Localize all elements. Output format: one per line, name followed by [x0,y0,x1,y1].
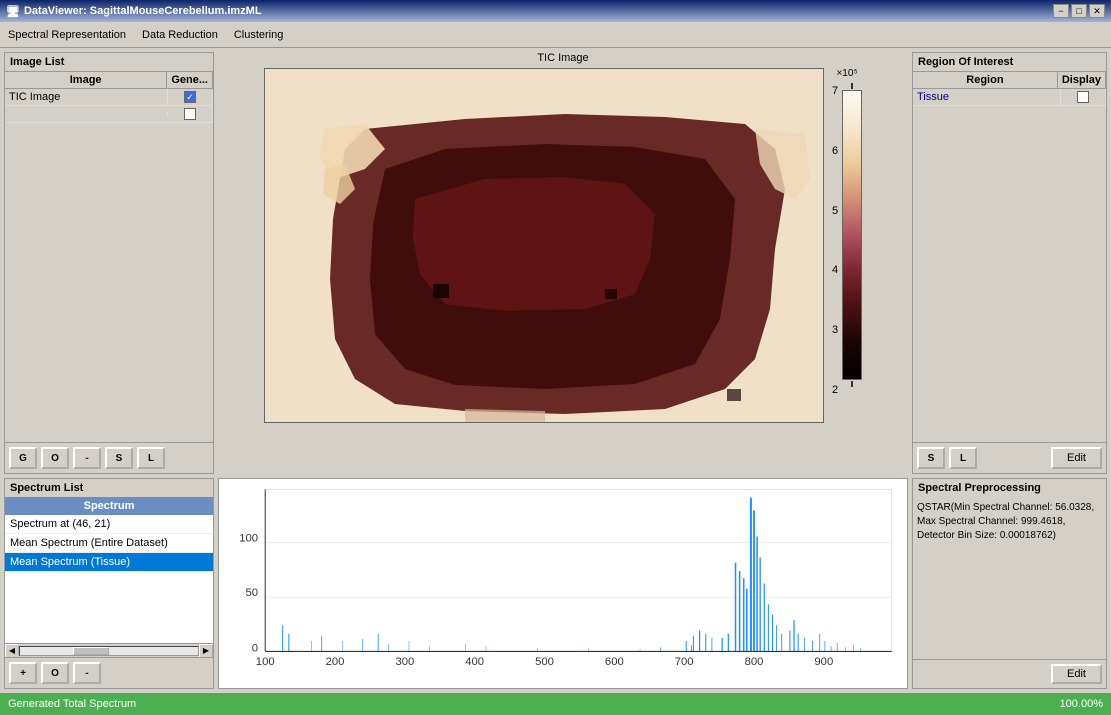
roi-btn-s[interactable]: S [917,447,945,469]
image-list-row-2 [5,106,213,123]
spectrum-btn-o[interactable]: O [41,662,69,684]
svg-text:900: 900 [814,656,833,668]
gene-cell[interactable] [168,89,213,105]
status-text: Generated Total Spectrum [8,698,136,710]
tick-3: 3 [832,324,838,336]
btn-l[interactable]: L [137,447,165,469]
tick-7: 7 [832,85,838,97]
main-container: Image List Image Gene... TIC Image G [0,48,1111,693]
title-bar-left: 🖥 DataViewer: SagittalMouseCerebellum.im… [6,5,262,18]
gene-cell-2[interactable] [168,106,213,122]
menu-spectral-representation[interactable]: Spectral Representation [8,29,126,41]
spectral-preprocessing-edit-row: Edit [913,659,1106,688]
roi-tissue-row: Tissue [913,89,1106,106]
roi-panel: Region Of Interest Region Display Tissue… [912,52,1107,474]
gene-checkbox-checked[interactable] [184,91,196,103]
svg-text:100: 100 [239,533,258,545]
svg-text:200: 200 [326,656,345,668]
spectrum-list-header: Spectrum [5,497,213,515]
scroll-right[interactable]: ▶ [199,644,213,658]
tick-6: 6 [832,145,838,157]
gene-checkbox-empty[interactable] [184,108,196,120]
svg-text:600: 600 [605,656,624,668]
image-cell-empty [5,112,168,116]
close-button[interactable]: ✕ [1089,4,1105,18]
minimize-button[interactable]: − [1053,4,1069,18]
scrollbar-area[interactable]: ◀ ▶ [5,643,213,657]
spectral-preprocessing-content: QSTAR(Min Spectral Channel: 56.0328, Max… [913,497,1106,659]
title-bar: 🖥 DataViewer: SagittalMouseCerebellum.im… [0,0,1111,22]
spectrum-chart: 0 50 100 100 200 300 400 500 600 700 800… [218,478,908,689]
image-with-colorbar: ×10⁵ 7 6 5 4 3 2 [264,68,862,423]
tic-image [264,68,824,423]
spectrum-list-title: Spectrum List [5,479,213,497]
colorbar-ticks: 7 6 5 4 3 2 [832,83,838,398]
menu-clustering[interactable]: Clustering [234,29,284,41]
roi-tissue-label[interactable]: Tissue [913,89,1061,105]
spectrum-item-2[interactable]: Mean Spectrum (Tissue) [5,553,213,572]
image-list-buttons: G O - S L [5,442,213,473]
svg-text:500: 500 [535,656,554,668]
tick-2: 2 [832,384,838,396]
spectral-preprocessing-title: Spectral Preprocessing [913,479,1106,497]
center-panel: TIC Image [218,52,908,474]
svg-text:0: 0 [252,642,258,654]
menu-data-reduction[interactable]: Data Reduction [142,29,218,41]
roi-title: Region Of Interest [913,53,1106,71]
roi-display-cell[interactable] [1061,89,1106,105]
btn-g[interactable]: G [9,447,37,469]
scroll-left[interactable]: ◀ [5,644,19,658]
scroll-thumb[interactable] [73,647,109,655]
roi-btn-l[interactable]: L [949,447,977,469]
btn-minus[interactable]: - [73,447,101,469]
roi-header: Region Display [913,71,1106,89]
tic-image-title: TIC Image [537,52,588,64]
btn-o[interactable]: O [41,447,69,469]
colorbar: ×10⁵ 7 6 5 4 3 2 [832,68,862,423]
gene-col-header: Gene... [167,72,213,88]
image-list-panel: Image List Image Gene... TIC Image G [4,52,214,474]
top-section: Image List Image Gene... TIC Image G [0,48,1111,478]
image-list-title: Image List [5,53,213,71]
colorbar-label: ×10⁵ [836,68,857,79]
btn-s[interactable]: S [105,447,133,469]
image-cell: TIC Image [5,89,168,105]
maximize-button[interactable]: □ [1071,4,1087,18]
window-title: DataViewer: SagittalMouseCerebellum.imzM… [24,5,262,17]
spectrum-btn-add[interactable]: + [9,662,37,684]
svg-text:50: 50 [245,587,258,599]
roi-display-header: Display [1058,72,1106,88]
spectrum-list-panel: Spectrum List Spectrum Spectrum at (46, … [4,478,214,689]
image-col-header: Image [5,72,167,88]
svg-text:100: 100 [256,656,275,668]
spectral-preprocessing-edit-button[interactable]: Edit [1051,664,1102,684]
menu-bar: Spectral Representation Data Reduction C… [0,22,1111,48]
image-list-header: Image Gene... [5,71,213,89]
bottom-section: Spectrum List Spectrum Spectrum at (46, … [0,478,1111,693]
spectrum-item-1[interactable]: Mean Spectrum (Entire Dataset) [5,534,213,553]
svg-text:700: 700 [675,656,694,668]
spectrum-list-buttons: + O - [5,657,213,688]
spectrum-btn-minus[interactable]: - [73,662,101,684]
svg-text:400: 400 [465,656,484,668]
spectrum-item-0[interactable]: Spectrum at (46, 21) [5,515,213,534]
spectrum-list-items: Spectrum at (46, 21) Mean Spectrum (Enti… [5,515,213,643]
spectral-preprocessing-panel: Spectral Preprocessing QSTAR(Min Spectra… [912,478,1107,689]
app-icon: 🖥 [6,5,20,18]
window-controls: − □ ✕ [1053,4,1105,18]
roi-edit-button[interactable]: Edit [1051,447,1102,469]
roi-buttons: S L Edit [913,442,1106,473]
image-list-row: TIC Image [5,89,213,106]
spectrum-svg: 0 50 100 100 200 300 400 500 600 700 800… [219,479,907,688]
roi-display-checkbox[interactable] [1077,91,1089,103]
svg-text:300: 300 [395,656,414,668]
tick-5: 5 [832,205,838,217]
tick-4: 4 [832,264,838,276]
status-percent: 100.00% [1060,698,1103,710]
svg-text:800: 800 [745,656,764,668]
status-bar: Generated Total Spectrum 100.00% [0,693,1111,715]
roi-region-header: Region [913,72,1058,88]
scroll-track[interactable] [19,646,199,656]
colorbar-gradient [842,90,862,380]
